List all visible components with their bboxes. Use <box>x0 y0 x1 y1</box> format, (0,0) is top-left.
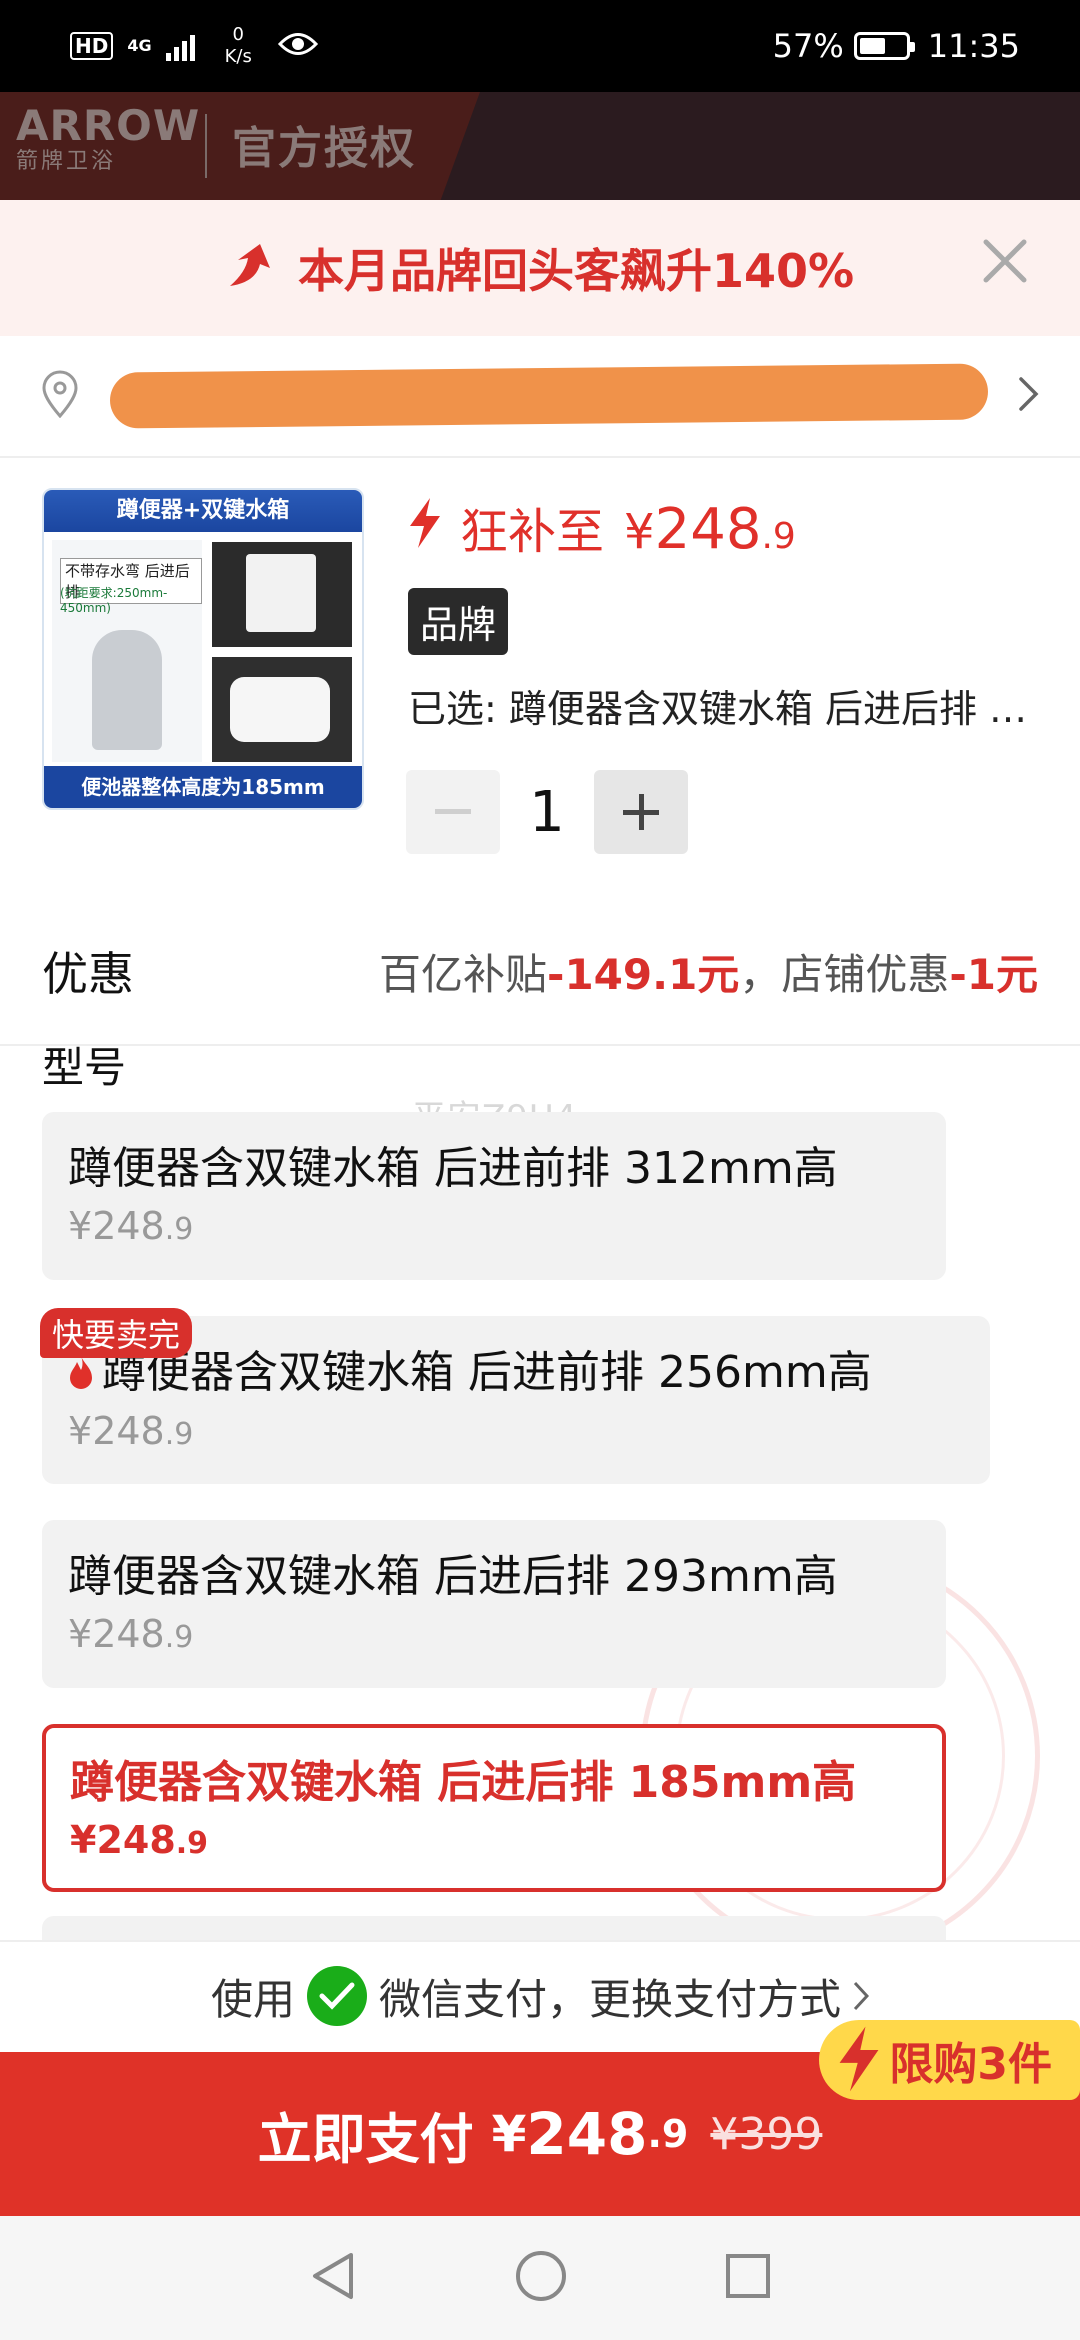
option-item[interactable]: 蹲便器含双键水箱 后进后排 293mm高 ¥248.9 <box>42 1520 946 1688</box>
home-icon[interactable] <box>514 2249 568 2307</box>
trend-up-icon <box>226 242 278 294</box>
back-icon[interactable] <box>309 2251 357 2305</box>
subsidy-value: -149.1元 <box>547 949 740 999</box>
price-integer: 248 <box>654 497 762 562</box>
network-speed: 0 K/s <box>225 24 252 68</box>
subsidy-label: 百亿补贴 <box>379 949 548 999</box>
selling-out-badge: 快要卖完 <box>40 1308 193 1358</box>
recents-icon[interactable] <box>725 2253 771 2303</box>
authorized-label: 官方授权 <box>232 123 416 174</box>
discount-row[interactable]: 优惠 百亿补贴-149.1元，店铺优惠-1元 <box>0 898 1080 1046</box>
model-options: 型号 平安Z9U4 蹲便器含双键水箱 后进前排 312mm高 ¥248.9 快要… <box>0 1046 1080 1940</box>
discount-label: 优惠 <box>42 947 134 1001</box>
brand-name-cn: 箭牌卫浴 <box>16 149 117 174</box>
squat-toilet-image <box>212 657 352 762</box>
brand-logo: ARROW 箭牌卫浴 <box>16 104 200 176</box>
option-name: 蹲便器含双键水箱 后进前排 256mm高 <box>102 1347 872 1398</box>
thumb-title: 蹲便器+双键水箱 <box>44 490 362 532</box>
product-thumbnail[interactable]: 蹲便器+双键水箱 不带存水弯 后进后排 (坑距要求:250mm-450mm) 便… <box>42 488 364 810</box>
location-pin-icon <box>40 370 80 422</box>
brand-tag: 品牌 <box>408 588 509 655</box>
increase-button[interactable] <box>594 770 688 854</box>
lightning-icon <box>408 498 442 552</box>
price-line: 狂补至 ¥ 248 .9 <box>408 492 796 562</box>
option-price: ¥248.9 <box>68 1612 194 1656</box>
promo-banner: 本月品牌回头客飙升140% <box>0 200 1080 336</box>
chevron-right-icon[interactable] <box>1018 376 1040 416</box>
address-row[interactable] <box>0 336 1080 458</box>
pay-currency: ¥ <box>491 2105 527 2163</box>
option-price: ¥248.9 <box>68 1204 194 1248</box>
water-tank-image <box>212 542 352 647</box>
network-type: 4G <box>127 36 152 55</box>
thumb-tag-2: (坑距要求:250mm-450mm) <box>60 586 168 615</box>
store-discount-label: 店铺优惠 <box>781 949 950 999</box>
close-icon[interactable] <box>980 236 1030 286</box>
product-summary: 蹲便器+双键水箱 不带存水弯 后进后排 (坑距要求:250mm-450mm) 便… <box>0 458 1080 898</box>
chevron-right-icon <box>853 1972 870 2021</box>
original-price: ¥399 <box>710 2108 823 2160</box>
lightning-icon <box>837 2026 881 2103</box>
wechat-pay-icon <box>307 1966 367 2026</box>
purchase-limit-badge: 限购3件 <box>819 2020 1080 2100</box>
decrease-button[interactable] <box>406 770 500 854</box>
option-name: 蹲便器含双键水箱 后进后排 185mm高 <box>70 1757 857 1808</box>
signal-icon <box>165 31 195 61</box>
purchase-sheet: 本月品牌回头客飙升140% 蹲便器+双键水箱 不带存水弯 后进后排 (坑距要求:… <box>0 200 1080 1940</box>
battery-level <box>859 38 885 54</box>
person-figure-image <box>92 630 162 750</box>
address-redacted <box>109 363 989 429</box>
option-item-partial[interactable] <box>42 1916 946 1940</box>
options-title: 型号 <box>42 1046 127 1092</box>
brand-name-en: ARROW <box>16 101 201 150</box>
option-name: 蹲便器含双键水箱 后进后排 293mm高 <box>68 1551 838 1602</box>
limit-text: 限购3件 <box>889 2039 1052 2090</box>
thumb-caption: 便池器整体高度为185mm <box>44 766 362 808</box>
eye-icon <box>277 31 318 61</box>
payment-method-text: 微信支付，更换支付方式 <box>379 1974 842 2024</box>
pay-integer: 248 <box>526 2100 648 2168</box>
battery-icon <box>853 32 915 60</box>
discount-separator: ， <box>739 949 782 999</box>
discount-detail: 百亿补贴-149.1元，店铺优惠-1元 <box>379 941 1038 1002</box>
use-label: 使用 <box>210 1974 295 2024</box>
store-discount-value: -1元 <box>949 949 1038 999</box>
price-decimal: .9 <box>761 516 796 557</box>
clock: 11:35 <box>927 27 1020 65</box>
price-currency: ¥ <box>624 504 655 560</box>
pay-decimal: .9 <box>647 2112 689 2156</box>
system-nav-bar <box>0 2216 1080 2340</box>
option-price: ¥248.9 <box>70 1818 209 1862</box>
quantity-stepper: 1 <box>406 770 688 854</box>
promo-text: 本月品牌回头客飙升140% <box>297 244 855 298</box>
selected-spec: 已选: 蹲便器含双键水箱 后进后排 185mm高 <box>408 687 1048 731</box>
option-price: ¥248.9 <box>68 1408 194 1453</box>
option-item[interactable]: 蹲便器含双键水箱 后进前排 312mm高 ¥248.9 <box>42 1112 946 1280</box>
speed-value: 0 <box>232 24 244 45</box>
speed-unit: K/s <box>224 46 252 67</box>
price-label: 狂补至 <box>460 504 605 560</box>
pay-label: 立即支付 <box>257 2107 474 2171</box>
quantity-value: 1 <box>529 779 565 845</box>
status-bar: HD 4G 0 K/s 57% 11:35 <box>0 0 1080 92</box>
battery-percent: 57% <box>772 27 844 65</box>
option-item-selected[interactable]: 蹲便器含双键水箱 后进后排 185mm高 ¥248.9 <box>42 1724 946 1892</box>
option-name: 蹲便器含双键水箱 后进前排 312mm高 <box>68 1143 838 1194</box>
brand-header: ARROW 箭牌卫浴 官方授权 <box>0 92 1080 200</box>
hd-icon: HD <box>70 32 114 60</box>
